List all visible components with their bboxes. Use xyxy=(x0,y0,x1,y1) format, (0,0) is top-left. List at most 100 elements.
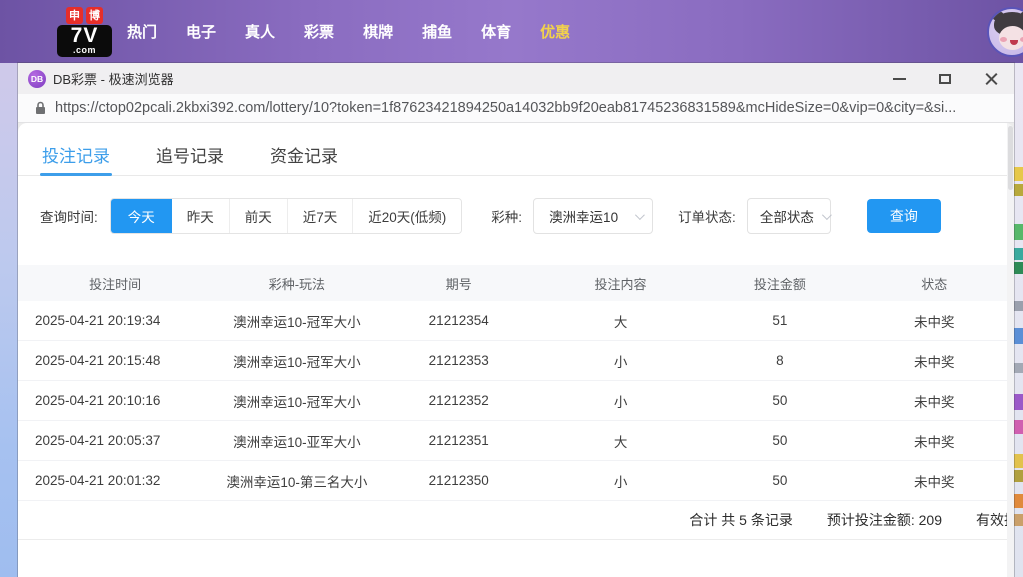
page-background-fragment xyxy=(1014,184,1023,196)
table-cell: 50 xyxy=(705,393,854,408)
lock-icon xyxy=(35,101,46,115)
table-cell: 未中奖 xyxy=(855,431,1014,451)
table-cell: 21212354 xyxy=(382,313,536,328)
table-cell: 21212351 xyxy=(382,433,536,448)
maximize-button[interactable] xyxy=(922,63,968,94)
close-button[interactable] xyxy=(968,63,1014,94)
browser-urlbar[interactable]: https://ctop02pcali.2kbxi392.com/lottery… xyxy=(18,94,1014,123)
time-option-昨天[interactable]: 昨天 xyxy=(172,199,229,233)
table-cell: 2025-04-21 20:19:34 xyxy=(18,313,212,328)
table-cell: 2025-04-21 20:15:48 xyxy=(18,353,212,368)
logo-badge-1: 申 xyxy=(66,7,83,24)
nav-item-优惠[interactable]: 优惠 xyxy=(540,21,570,42)
page-background-fragment xyxy=(1014,328,1023,344)
table-cell: 2025-04-21 20:05:37 xyxy=(18,433,212,448)
table-cell: 未中奖 xyxy=(855,311,1014,331)
user-avatar[interactable] xyxy=(987,7,1023,57)
time-range-group: 今天昨天前天近7天近20天(低频) xyxy=(110,198,463,234)
table-cell: 2025-04-21 20:01:32 xyxy=(18,473,212,488)
page-background-fragment xyxy=(1014,301,1023,311)
tab-追号记录[interactable]: 追号记录 xyxy=(156,142,224,175)
nav-item-电子[interactable]: 电子 xyxy=(186,21,216,42)
tab-bar: 投注记录 追号记录 资金记录 xyxy=(18,123,1014,176)
page-background-fragment xyxy=(1014,454,1023,468)
table-cell: 小 xyxy=(536,391,705,411)
lottery-page: 投注记录 追号记录 资金记录 查询时间: 今天昨天前天近7天近20天(低频) 彩种:… xyxy=(18,123,1014,577)
scrollbar-thumb[interactable] xyxy=(1008,126,1013,190)
table-row: 2025-04-21 20:19:34澳洲幸运10-冠军大小21212354大5… xyxy=(18,301,1014,341)
page-background-fragment xyxy=(1014,262,1023,274)
nav-item-体育[interactable]: 体育 xyxy=(481,21,511,42)
table-row: 2025-04-21 20:15:48澳洲幸运10-冠军大小21212353小8… xyxy=(18,341,1014,381)
table-cell: 51 xyxy=(705,313,854,328)
total-records: 合计 共 5 条记录 xyxy=(689,510,792,530)
table-cell: 澳洲幸运10-冠军大小 xyxy=(212,351,381,371)
table-row: 2025-04-21 20:05:37澳洲幸运10-亚军大小21212351大5… xyxy=(18,421,1014,461)
summary-bar: 合计 共 5 条记录 预计投注金额: 209 有效投注 xyxy=(18,501,1014,540)
table-cell: 50 xyxy=(705,473,854,488)
time-filter-label: 查询时间: xyxy=(40,206,98,226)
table-cell: 2025-04-21 20:10:16 xyxy=(18,393,212,408)
site-header: 申 博 7V .com 热门 电子 真人 彩票 棋牌 捕鱼 体育 优惠 xyxy=(0,0,1023,63)
page-background-fragment xyxy=(1014,420,1023,434)
time-option-前天[interactable]: 前天 xyxy=(229,199,287,233)
logo-text: 7V xyxy=(57,26,112,46)
page-background-fragment xyxy=(1014,363,1023,373)
tab-投注记录[interactable]: 投注记录 xyxy=(42,142,110,175)
column-header: 投注时间 xyxy=(18,274,212,293)
column-header: 状态 xyxy=(855,274,1014,293)
table-cell: 小 xyxy=(536,471,705,491)
table-cell: 21212350 xyxy=(382,473,536,488)
query-button[interactable]: 查询 xyxy=(867,199,941,233)
chevron-down-icon xyxy=(635,210,645,220)
browser-titlebar[interactable]: DB DB彩票 - 极速浏览器 xyxy=(18,63,1014,94)
table-cell: 澳洲幸运10-冠军大小 xyxy=(212,391,381,411)
nav-item-捕鱼[interactable]: 捕鱼 xyxy=(422,21,452,42)
nav-item-真人[interactable]: 真人 xyxy=(245,21,275,42)
tab-资金记录[interactable]: 资金记录 xyxy=(270,142,338,175)
table-cell: 21212353 xyxy=(382,353,536,368)
page-background-fragment xyxy=(1014,167,1023,181)
time-option-近20天(低频)[interactable]: 近20天(低频) xyxy=(352,199,461,233)
lottery-select[interactable]: 澳洲幸运10 xyxy=(533,198,653,234)
page-background-fragment xyxy=(1014,394,1023,410)
avatar-art xyxy=(1000,37,1007,42)
column-header: 彩种-玩法 xyxy=(212,274,381,293)
table-cell: 未中奖 xyxy=(855,351,1014,371)
nav-item-彩票[interactable]: 彩票 xyxy=(304,21,334,42)
page-background-fragment xyxy=(1014,494,1023,508)
table-row: 2025-04-21 20:10:16澳洲幸运10-冠军大小21212352小5… xyxy=(18,381,1014,421)
table-cell: 未中奖 xyxy=(855,391,1014,411)
lottery-select-value: 澳洲幸运10 xyxy=(549,206,627,226)
time-option-今天[interactable]: 今天 xyxy=(111,199,172,233)
table-header-row: 投注时间彩种-玩法期号投注内容投注金额状态 xyxy=(18,265,1014,301)
nav-item-热门[interactable]: 热门 xyxy=(127,21,157,42)
table-cell: 50 xyxy=(705,433,854,448)
minimize-icon xyxy=(893,78,906,80)
site-logo[interactable]: 申 博 7V .com xyxy=(57,7,112,57)
status-select-value: 全部状态 xyxy=(760,206,814,226)
column-header: 投注金额 xyxy=(705,274,854,293)
logo-badges: 申 博 xyxy=(66,7,103,24)
table-cell: 澳洲幸运10-第三名大小 xyxy=(212,471,381,491)
lottery-filter-label: 彩种: xyxy=(491,206,522,226)
logo-badge-2: 博 xyxy=(86,7,103,24)
window-title: DB彩票 - 极速浏览器 xyxy=(53,69,174,88)
browser-favicon-icon: DB xyxy=(28,70,46,88)
column-header: 投注内容 xyxy=(536,274,705,293)
page-background-fragment xyxy=(1014,224,1023,240)
page-background-right xyxy=(1014,63,1023,577)
column-header: 期号 xyxy=(382,274,536,293)
minimize-button[interactable] xyxy=(876,63,922,94)
table-cell: 小 xyxy=(536,351,705,371)
nav-item-棋牌[interactable]: 棋牌 xyxy=(363,21,393,42)
table-cell: 澳洲幸运10-亚军大小 xyxy=(212,431,381,451)
browser-viewport: 投注记录 追号记录 资金记录 查询时间: 今天昨天前天近7天近20天(低频) 彩种:… xyxy=(18,123,1014,577)
table-cell: 21212352 xyxy=(382,393,536,408)
chevron-down-icon xyxy=(822,210,832,220)
scrollbar[interactable] xyxy=(1007,123,1014,577)
status-select[interactable]: 全部状态 xyxy=(747,198,831,234)
logo-domain: .com xyxy=(57,46,112,54)
table-body: 2025-04-21 20:19:34澳洲幸运10-冠军大小21212354大5… xyxy=(18,301,1014,501)
time-option-近7天[interactable]: 近7天 xyxy=(287,199,353,233)
